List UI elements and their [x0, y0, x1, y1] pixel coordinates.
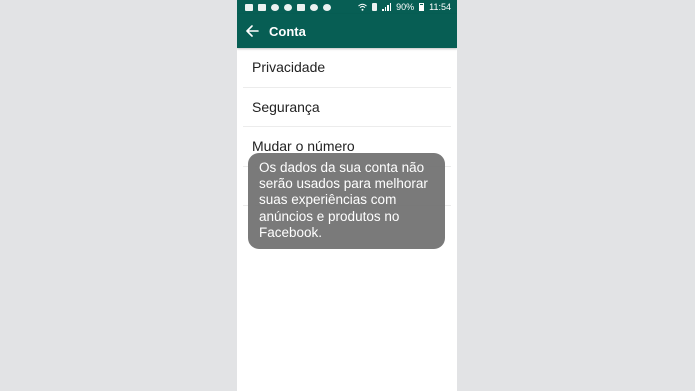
- whatsapp-icon: [271, 3, 279, 11]
- settings-item-label: Mudar o número: [252, 138, 355, 155]
- notification-icons: [245, 3, 331, 11]
- gallery-icon: [258, 3, 266, 11]
- battery-icon: [419, 3, 425, 11]
- toast-message: Os dados da sua conta não serão usados p…: [248, 153, 445, 249]
- pinterest-icon: [284, 3, 292, 11]
- app-bar: Conta: [237, 14, 457, 48]
- messages-icon: [245, 3, 253, 11]
- wifi-icon: [358, 3, 367, 11]
- signal-icon: [382, 3, 392, 11]
- battery-percent: 90%: [396, 2, 415, 12]
- arrow-left-icon[interactable]: [245, 24, 259, 38]
- settings-item-label: Segurança: [252, 98, 320, 115]
- status-bar: 90% 11:54: [237, 0, 457, 14]
- clock: 11:54: [429, 2, 451, 12]
- settings-item-privacy[interactable]: Privacidade: [243, 48, 451, 88]
- system-icons: 90% 11:54: [358, 2, 451, 12]
- toast-text: Os dados da sua conta não serão usados p…: [259, 160, 428, 240]
- settings-item-label: Privacidade: [252, 59, 326, 76]
- settings-item-security[interactable]: Segurança: [243, 88, 451, 127]
- sync-icon: [323, 3, 331, 11]
- page-title: Conta: [269, 23, 306, 39]
- facebook-icon: [297, 3, 305, 11]
- sim-icon: [372, 3, 378, 11]
- pinterest-icon-2: [310, 3, 318, 11]
